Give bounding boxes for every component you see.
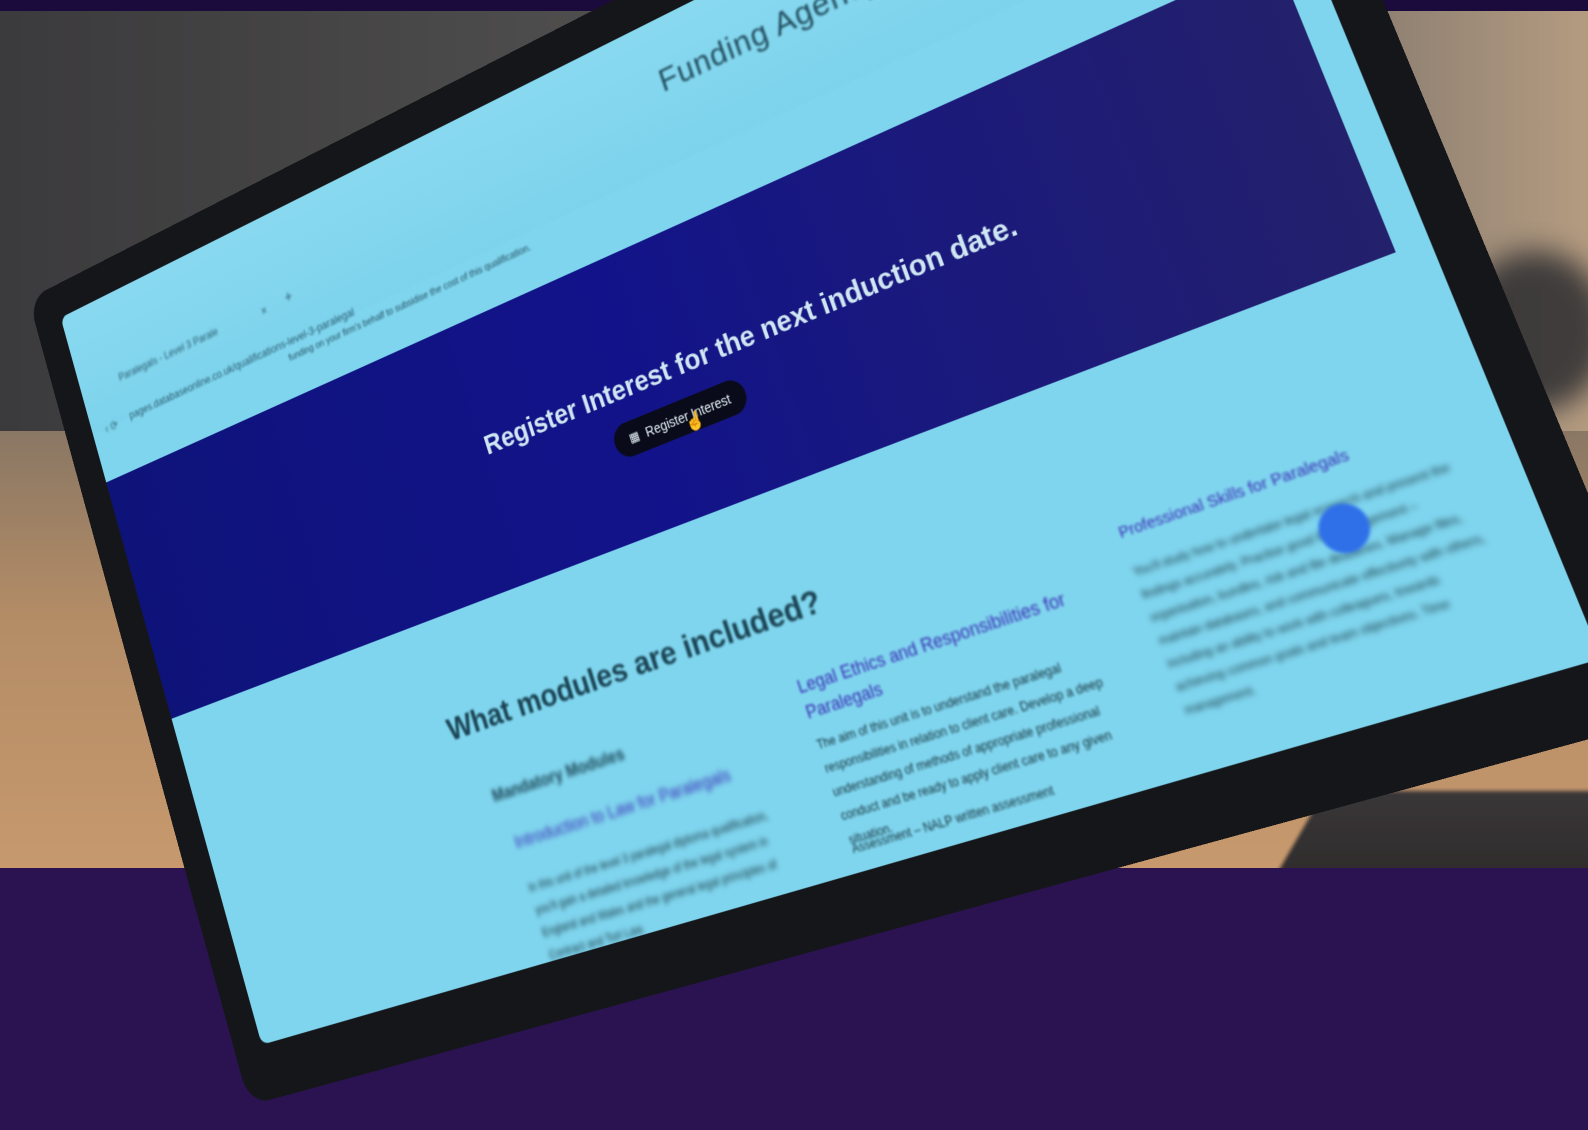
laptop-screen: Paralegals - Level 3 Parale × + ‹ ⟳ page… bbox=[60, 0, 1588, 1045]
laptop-bezel: Paralegals - Level 3 Parale × + ‹ ⟳ page… bbox=[28, 0, 1588, 1106]
new-tab-icon[interactable]: + bbox=[283, 287, 295, 308]
calendar-icon: ▦ bbox=[627, 427, 642, 446]
modules-heading: What modules are included? bbox=[442, 581, 827, 749]
nav-back-reload-icon[interactable]: ‹ ⟳ bbox=[104, 417, 120, 436]
mandatory-modules-label: Mandatory Modules bbox=[489, 743, 627, 806]
tab-close-icon[interactable]: × bbox=[259, 303, 268, 319]
